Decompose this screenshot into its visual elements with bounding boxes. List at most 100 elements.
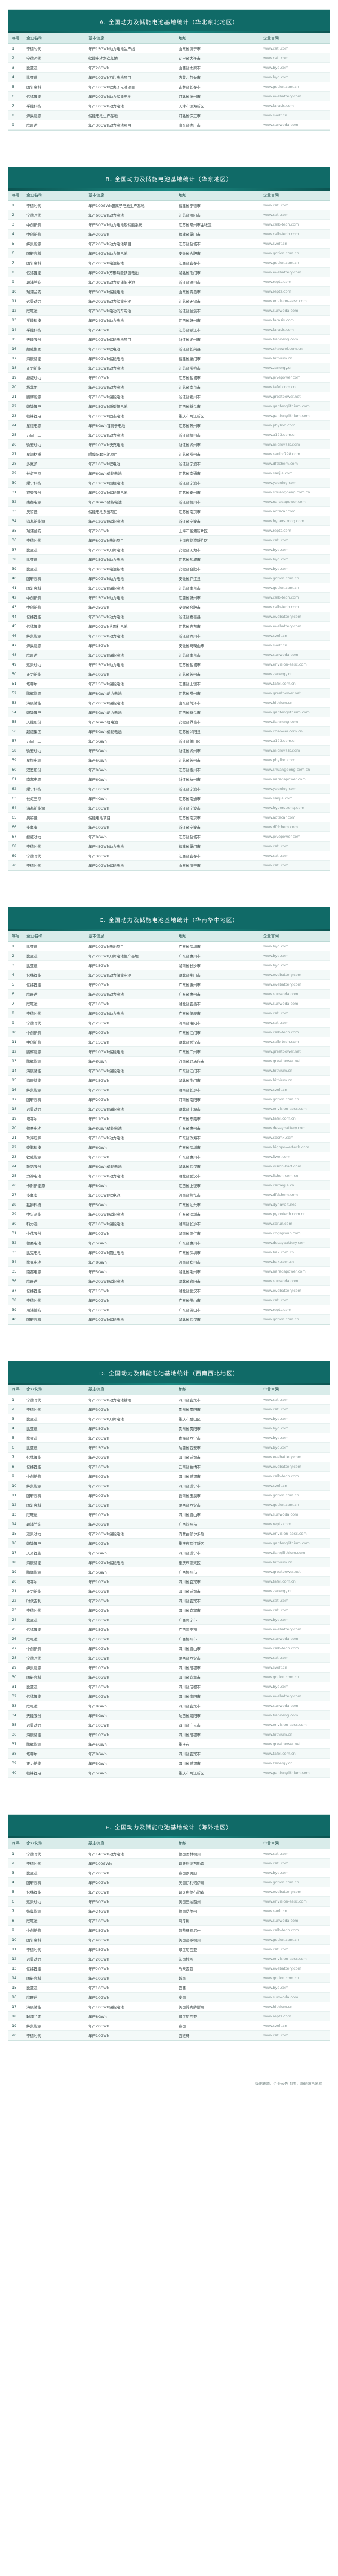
company-website[interactable]: www.gotion.com.cn — [260, 1973, 330, 1983]
company-website[interactable]: www.dfdchem.com — [260, 822, 330, 832]
company-website[interactable]: www.envision-aesc.com — [260, 1954, 330, 1964]
company-website[interactable]: www.bak.com.cn — [260, 1257, 330, 1267]
company-website[interactable]: www.evebattery.com — [260, 267, 330, 277]
company-website[interactable]: www.greatpower.net — [260, 688, 330, 698]
company-website[interactable]: www.byd.com — [260, 1442, 330, 1453]
company-website[interactable]: www.envision-aesc.com — [260, 1104, 330, 1114]
company-website[interactable]: www.repts.com — [260, 277, 330, 287]
company-website[interactable]: www.repts.com — [260, 525, 330, 536]
company-website[interactable]: www.byd.com — [260, 1433, 330, 1443]
company-website[interactable]: www.sanjie.com — [260, 468, 330, 478]
company-website[interactable]: www.byd.com — [260, 941, 330, 951]
company-website[interactable]: www.desaybattery.com — [260, 1123, 330, 1133]
company-website[interactable]: www.svolt.cn — [260, 1481, 330, 1491]
company-website[interactable]: www.vision-batt.com — [260, 1161, 330, 1171]
company-website[interactable]: www.hithium.cn — [260, 1557, 330, 1567]
company-website[interactable]: www.gotion.com.cn — [260, 1877, 330, 1887]
company-website[interactable]: www.carnegie.cn — [260, 1180, 330, 1190]
company-website[interactable]: www.byd.com — [260, 1682, 330, 1692]
company-website[interactable]: www.zenergy.cn — [260, 669, 330, 679]
company-website[interactable]: www.byd.com — [260, 72, 330, 82]
company-website[interactable]: www.catl.com — [260, 53, 330, 63]
company-website[interactable]: www.corun.com — [260, 1219, 330, 1229]
company-website[interactable]: www.repts.com — [260, 1305, 330, 1315]
company-website[interactable]: www.sunwoda.com — [260, 1276, 330, 1286]
company-website[interactable]: www.ganfenglithium.com — [260, 401, 330, 411]
company-website[interactable]: www.highpowertech.com — [260, 1142, 330, 1152]
company-website[interactable]: www.byd.com — [260, 960, 330, 970]
company-website[interactable]: www.evebattery.com — [260, 1887, 330, 1897]
company-website[interactable]: www.envision-aesc.com — [260, 1896, 330, 1907]
company-website[interactable]: www.gotion.com.cn — [260, 248, 330, 258]
company-website[interactable]: www.svolt.cn — [260, 239, 330, 249]
company-website[interactable]: www.sunwoda.com — [260, 1634, 330, 1644]
company-website[interactable]: www.catl.com — [260, 210, 330, 220]
company-website[interactable]: www.hithium.cn — [260, 698, 330, 708]
company-website[interactable]: www.catl.com — [260, 1295, 330, 1305]
company-website[interactable]: www.jevepower.com — [260, 372, 330, 383]
company-website[interactable]: www.evebattery.com — [260, 970, 330, 980]
company-website[interactable]: www.gotion.com.cn — [260, 573, 330, 583]
company-website[interactable]: www.chaowei.com.cn — [260, 726, 330, 736]
company-website[interactable]: www.hithium.cn — [260, 1075, 330, 1085]
company-website[interactable]: www.catl.com — [260, 1858, 330, 1868]
company-website[interactable]: www.byd.com — [260, 1982, 330, 1993]
company-website[interactable]: www.dfdchem.com — [260, 458, 330, 469]
company-website[interactable]: www.gotion.com.cn — [260, 583, 330, 593]
company-website[interactable]: www.sunwoda.com — [260, 999, 330, 1009]
company-website[interactable]: www.microvast.com — [260, 439, 330, 449]
company-website[interactable]: www.desaybattery.com — [260, 1238, 330, 1248]
company-website[interactable]: www.byd.com — [260, 951, 330, 961]
company-website[interactable]: www.hithium.cn — [260, 1729, 330, 1739]
company-website[interactable]: www.sanjie.com — [260, 793, 330, 803]
company-website[interactable]: www.chaowei.com.cn — [260, 344, 330, 354]
company-website[interactable]: www.sunwoda.com — [260, 650, 330, 660]
company-website[interactable]: www.svolt.cn — [260, 2021, 330, 2031]
company-website[interactable]: www.greatpower.net — [260, 1567, 330, 1577]
company-website[interactable]: www.naradapower.com — [260, 1266, 330, 1276]
company-website[interactable]: www.aotecar.com — [260, 506, 330, 516]
company-website[interactable]: www.gotion.com.cn — [260, 1500, 330, 1510]
company-website[interactable]: www.evebattery.com — [260, 91, 330, 101]
company-website[interactable]: www.calb-tech.com — [260, 592, 330, 603]
company-website[interactable]: www.farasis.com — [260, 101, 330, 111]
company-website[interactable]: www.ganfenglithium.com — [260, 707, 330, 717]
company-website[interactable]: www.yaoning.com — [260, 478, 330, 488]
company-website[interactable]: www.gotion.com.cn — [260, 1490, 330, 1500]
company-website[interactable]: www.byd.com — [260, 554, 330, 564]
company-website[interactable]: www.repts.com — [260, 2011, 330, 2021]
company-website[interactable]: www.byd.com — [260, 1615, 330, 1625]
company-website[interactable]: www.tafel.com.cn — [260, 382, 330, 392]
company-website[interactable]: www.envision-aesc.com — [260, 296, 330, 306]
company-website[interactable]: www.catl.com — [260, 1018, 330, 1028]
company-website[interactable]: www.catl.com — [260, 841, 330, 851]
company-website[interactable]: www.tafel.com.cn — [260, 1748, 330, 1759]
company-website[interactable]: www.envision-aesc.com — [260, 1720, 330, 1730]
company-website[interactable]: www.catl.com — [260, 1395, 330, 1405]
company-website[interactable]: www.svolt.cn — [260, 110, 330, 120]
company-website[interactable]: www.shuangdeng.com.cn — [260, 765, 330, 775]
company-website[interactable]: www.calb-tech.com — [260, 1027, 330, 1037]
company-website[interactable]: www.greatpower.net — [260, 1046, 330, 1057]
company-website[interactable]: www.svolt.cn — [260, 1085, 330, 1095]
company-website[interactable]: www.greatpower.net — [260, 1056, 330, 1066]
company-website[interactable]: www.catl.com — [260, 1944, 330, 1954]
company-website[interactable]: www.byd.com — [260, 1423, 330, 1433]
company-website[interactable]: www.catl.com — [260, 1595, 330, 1606]
company-website[interactable]: www.zenergy.cn — [260, 1758, 330, 1768]
company-website[interactable]: www.greatpower.net — [260, 392, 330, 402]
company-website[interactable]: www.evebattery.com — [260, 1285, 330, 1296]
company-website[interactable]: www.byd.com — [260, 1868, 330, 1878]
company-website[interactable]: www.envision-aesc.com — [260, 659, 330, 669]
company-website[interactable]: www.sunwoda.com — [260, 305, 330, 316]
company-website[interactable]: www.farasis.com — [260, 315, 330, 325]
company-website[interactable]: www.phylion.com — [260, 755, 330, 765]
company-website[interactable]: www.tafel.com.cn — [260, 1576, 330, 1586]
company-website[interactable]: www.bak.com.cn — [260, 1247, 330, 1257]
company-website[interactable]: www.phylion.com — [260, 420, 330, 430]
company-website[interactable]: www.a123.com.cn — [260, 736, 330, 746]
company-website[interactable]: www.repts.com — [260, 286, 330, 296]
company-website[interactable]: www.calb-tech.com — [260, 1037, 330, 1047]
company-website[interactable]: www.calb-tech.com — [260, 229, 330, 239]
company-website[interactable]: www.a123.com.cn — [260, 430, 330, 440]
